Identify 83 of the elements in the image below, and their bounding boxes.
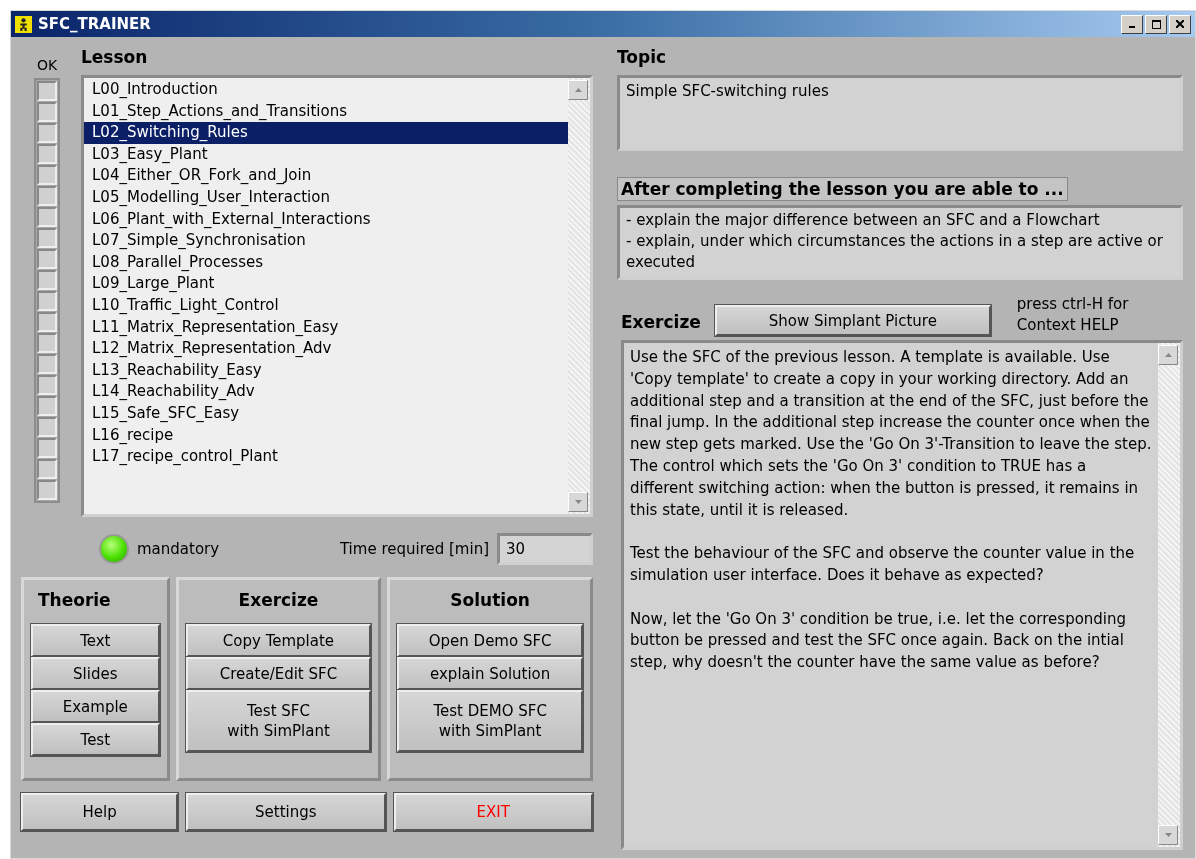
time-field[interactable]: 30: [497, 533, 593, 565]
lesson-item[interactable]: L08_Parallel_Processes: [84, 251, 568, 274]
exercize-text: Use the SFC of the previous lesson. A template is available. Use 'Copy template' to create a copy in your working directory. Add an additional step and a transition at the end of the SFC, just before the final jump. In the additional step increase the counter once when the new step gets marked. Use the 'Go On 3'-Transition to leave the step. The control which sets the 'Go On 3' condition to TRUE has a different switching action: when the button is pressed, it remains in this state, until it is released. Test the behaviour of the SFC and observe the counter value in the simulation user interface. Does it behave as expected? Now, let the 'Go On 3' condition be true, i.e. let the corresponding button be pressed and test the SFC once again. Back on the intial step, why doesn't the counter have the same value as before?: [629, 347, 1153, 674]
lesson-item[interactable]: L00_Introduction: [84, 79, 568, 101]
lesson-item[interactable]: L05_Modelling_User_Interaction: [84, 186, 568, 209]
checkbox[interactable]: [37, 207, 57, 227]
close-button[interactable]: [1169, 14, 1191, 34]
maximize-button[interactable]: [1145, 14, 1167, 34]
scrollbar[interactable]: [1158, 343, 1180, 847]
lesson-item[interactable]: L06_Plant_with_External_Interactions: [84, 208, 568, 231]
close-icon: [1176, 20, 1184, 28]
action-button[interactable]: Create/Edit SFC: [185, 657, 372, 690]
lesson-item[interactable]: L17_recipe_control_Plant: [84, 446, 568, 468]
maximize-icon: [1151, 19, 1161, 29]
minimize-button[interactable]: [1121, 14, 1143, 34]
group-title: Exercize: [238, 590, 319, 610]
app-icon: [15, 15, 32, 33]
help-hint: press ctrl-H for Context HELP: [1016, 294, 1129, 336]
checkbox[interactable]: [37, 459, 57, 479]
show-picture-button[interactable]: Show Simplant Picture: [714, 305, 991, 336]
action-button[interactable]: Open Demo SFC: [397, 624, 583, 657]
mandatory-label: mandatory: [137, 540, 220, 558]
action-button[interactable]: Help: [21, 793, 179, 831]
topic-field: Simple SFC-switching rules: [617, 75, 1183, 151]
scroll-down-button[interactable]: [1158, 825, 1178, 845]
checkbox[interactable]: [37, 102, 57, 122]
down-arrow-icon: [1164, 833, 1172, 837]
up-arrow-icon: [1164, 353, 1172, 357]
group-title: Theorie: [38, 590, 111, 610]
outcomes-field: - explain the major difference between an SFC and a Flowchart - explain, under which circumstances the actions in a step are active or executed: [617, 205, 1183, 280]
action-button[interactable]: Example: [31, 690, 160, 723]
action-button[interactable]: Slides: [31, 657, 160, 690]
group-title: Solution: [450, 590, 530, 610]
lesson-item[interactable]: L13_Reachability_Easy: [84, 359, 568, 382]
checkbox[interactable]: [37, 186, 57, 206]
checkbox[interactable]: [37, 144, 57, 164]
scroll-up-button[interactable]: [1158, 345, 1178, 365]
checkbox[interactable]: [37, 375, 57, 395]
lesson-label: Lesson: [81, 47, 149, 67]
lesson-item[interactable]: L14_Reachability_Adv: [84, 381, 568, 403]
checkbox[interactable]: [37, 81, 57, 101]
ok-label: OK: [36, 57, 58, 73]
lesson-item[interactable]: L16_recipe: [84, 424, 568, 447]
lesson-item[interactable]: L03_Easy_Plant: [84, 143, 568, 166]
scroll-up-button[interactable]: [568, 80, 588, 100]
action-button[interactable]: Copy Template: [185, 624, 372, 657]
checkbox[interactable]: [37, 396, 57, 416]
down-arrow-icon: [574, 500, 582, 504]
lesson-item[interactable]: L04_Either_OR_Fork_and_Join: [84, 165, 568, 187]
checkbox[interactable]: [37, 480, 57, 500]
action-button[interactable]: Test SFC with SimPlant: [185, 690, 372, 752]
checkbox[interactable]: [37, 165, 57, 185]
checkbox[interactable]: [37, 417, 57, 437]
action-button[interactable]: Text: [31, 624, 160, 657]
lesson-item[interactable]: L10_Traffic_Light_Control: [84, 294, 568, 317]
action-button[interactable]: explain Solution: [397, 657, 583, 690]
checkbox[interactable]: [37, 228, 57, 248]
time-required-label: Time required [min]: [339, 540, 489, 558]
up-arrow-icon: [574, 88, 582, 92]
lesson-item[interactable]: L11_Matrix_Representation_Easy: [84, 316, 568, 339]
lesson-item[interactable]: L12_Matrix_Representation_Adv: [84, 338, 568, 360]
lesson-item[interactable]: L07_Simple_Synchronisation: [84, 230, 568, 252]
action-button[interactable]: Settings: [186, 793, 386, 831]
window-title: SFC_TRAINER: [38, 15, 152, 33]
exercize-label: Exercize: [621, 312, 701, 332]
lesson-item[interactable]: L01_Step_Actions_and_Transitions: [84, 100, 568, 123]
lesson-item[interactable]: L02_Switching_Rules: [84, 122, 568, 144]
checkbox[interactable]: [37, 438, 57, 458]
checkbox[interactable]: [37, 333, 57, 353]
scroll-down-button[interactable]: [568, 492, 588, 512]
lesson-item[interactable]: L09_Large_Plant: [84, 273, 568, 295]
action-button[interactable]: Test: [31, 723, 160, 756]
action-button[interactable]: Test DEMO SFC with SimPlant: [397, 690, 583, 752]
scrollbar[interactable]: [568, 78, 590, 514]
checkbox[interactable]: [37, 312, 57, 332]
topic-label: Topic: [617, 47, 668, 67]
outcomes-label: After completing the lesson you are able to ...: [617, 177, 1068, 201]
lesson-item[interactable]: L15_Safe_SFC_Easy: [84, 402, 568, 425]
checkbox[interactable]: [37, 291, 57, 311]
checkbox[interactable]: [37, 249, 57, 269]
checkbox[interactable]: [37, 123, 57, 143]
checkbox[interactable]: [37, 354, 57, 374]
checkbox[interactable]: [37, 270, 57, 290]
